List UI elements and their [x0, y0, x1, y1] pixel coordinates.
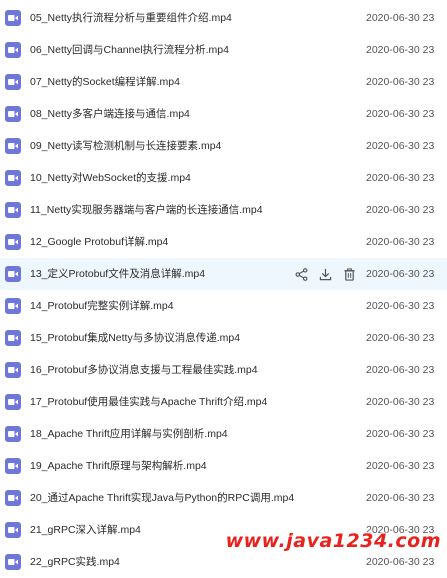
file-name[interactable]: 09_Netty读写检测机制与长连接要素.mp4 — [30, 139, 221, 153]
file-row[interactable]: 15_Protobuf集成Netty与多协议消息传递.mp4 2020-06-3… — [0, 322, 447, 354]
file-date: 2020-06-30 23 — [366, 460, 435, 472]
file-name[interactable]: 16_Protobuf多协议消息支援与工程最佳实践.mp4 — [30, 363, 258, 377]
file-row[interactable]: 14_Protobuf完整实例详解.mp4 2020-06-30 23 — [0, 290, 447, 322]
file-name[interactable]: 06_Netty回调与Channel执行流程分析.mp4 — [30, 43, 229, 57]
video-file-icon — [5, 522, 21, 538]
file-date: 2020-06-30 23 — [366, 556, 435, 568]
file-row[interactable]: 17_Protobuf使用最佳实践与Apache Thrift介绍.mp4 20… — [0, 386, 447, 418]
file-name[interactable]: 20_通过Apache Thrift实现Java与Python的RPC调用.mp… — [30, 491, 294, 505]
file-name[interactable]: 05_Netty执行流程分析与重要组件介绍.mp4 — [30, 11, 232, 25]
share-icon[interactable] — [294, 266, 308, 282]
watermark: www.java1234.com — [225, 530, 441, 552]
video-file-icon — [5, 74, 21, 90]
file-date: 2020-06-30 23 — [366, 76, 435, 88]
file-name[interactable]: 17_Protobuf使用最佳实践与Apache Thrift介绍.mp4 — [30, 395, 267, 409]
file-date: 2020-06-30 23 — [366, 140, 435, 152]
file-date: 2020-06-30 23 — [366, 268, 435, 280]
video-file-icon — [5, 266, 21, 282]
file-date: 2020-06-30 23 — [366, 44, 435, 56]
file-row[interactable]: 16_Protobuf多协议消息支援与工程最佳实践.mp4 2020-06-30… — [0, 354, 447, 386]
file-date: 2020-06-30 23 — [366, 108, 435, 120]
file-row-hovered[interactable]: 13_定义Protobuf文件及消息详解.mp4 2020-06-30 23 — [0, 258, 447, 290]
file-date: 2020-06-30 23 — [366, 492, 435, 504]
video-file-icon — [5, 362, 21, 378]
file-row[interactable]: 07_Netty的Socket编程详解.mp4 2020-06-30 23 — [0, 66, 447, 98]
video-file-icon — [5, 10, 21, 26]
file-row[interactable]: 11_Netty实现服务器端与客户端的长连接通信.mp4 2020-06-30 … — [0, 194, 447, 226]
file-row[interactable]: 09_Netty读写检测机制与长连接要素.mp4 2020-06-30 23 — [0, 130, 447, 162]
file-date: 2020-06-30 23 — [366, 12, 435, 24]
file-name[interactable]: 13_定义Protobuf文件及消息详解.mp4 — [30, 267, 205, 281]
file-name[interactable]: 18_Apache Thrift应用详解与实例剖析.mp4 — [30, 427, 228, 441]
file-name[interactable]: 12_Google Protobuf详解.mp4 — [30, 235, 168, 249]
file-row[interactable]: 05_Netty执行流程分析与重要组件介绍.mp4 2020-06-30 23 — [0, 2, 447, 34]
video-file-icon — [5, 330, 21, 346]
file-row[interactable]: 19_Apache Thrift原理与架构解析.mp4 2020-06-30 2… — [0, 450, 447, 482]
video-file-icon — [5, 106, 21, 122]
video-file-icon — [5, 42, 21, 58]
video-file-icon — [5, 394, 21, 410]
file-row[interactable]: 08_Netty多客户端连接与通信.mp4 2020-06-30 23 — [0, 98, 447, 130]
file-name[interactable]: 10_Netty对WebSocket的支援.mp4 — [30, 171, 191, 185]
file-date: 2020-06-30 23 — [366, 428, 435, 440]
file-name[interactable]: 19_Apache Thrift原理与架构解析.mp4 — [30, 459, 207, 473]
file-name[interactable]: 22_gRPC实践.mp4 — [30, 555, 120, 569]
file-date: 2020-06-30 23 — [366, 236, 435, 248]
download-icon[interactable] — [318, 266, 332, 282]
file-row[interactable]: 06_Netty回调与Channel执行流程分析.mp4 2020-06-30 … — [0, 34, 447, 66]
file-name[interactable]: 07_Netty的Socket编程详解.mp4 — [30, 75, 180, 89]
file-date: 2020-06-30 23 — [366, 172, 435, 184]
video-file-icon — [5, 138, 21, 154]
file-row[interactable]: 12_Google Protobuf详解.mp4 2020-06-30 23 — [0, 226, 447, 258]
file-name[interactable]: 21_gRPC深入详解.mp4 — [30, 523, 141, 537]
file-row[interactable]: 20_通过Apache Thrift实现Java与Python的RPC调用.mp… — [0, 482, 447, 514]
file-name[interactable]: 14_Protobuf完整实例详解.mp4 — [30, 299, 174, 313]
video-file-icon — [5, 490, 21, 506]
file-row[interactable]: 10_Netty对WebSocket的支援.mp4 2020-06-30 23 — [0, 162, 447, 194]
file-date: 2020-06-30 23 — [366, 396, 435, 408]
video-file-icon — [5, 170, 21, 186]
video-file-icon — [5, 554, 21, 570]
file-date: 2020-06-30 23 — [366, 332, 435, 344]
file-date: 2020-06-30 23 — [366, 204, 435, 216]
file-date: 2020-06-30 23 — [366, 364, 435, 376]
file-date: 2020-06-30 23 — [366, 300, 435, 312]
file-name[interactable]: 15_Protobuf集成Netty与多协议消息传递.mp4 — [30, 331, 240, 345]
video-file-icon — [5, 426, 21, 442]
file-row[interactable]: 18_Apache Thrift应用详解与实例剖析.mp4 2020-06-30… — [0, 418, 447, 450]
delete-icon[interactable] — [342, 266, 356, 282]
video-file-icon — [5, 234, 21, 250]
row-actions — [294, 266, 356, 282]
file-name[interactable]: 08_Netty多客户端连接与通信.mp4 — [30, 107, 190, 121]
file-list: 05_Netty执行流程分析与重要组件介绍.mp4 2020-06-30 23 … — [0, 2, 447, 578]
video-file-icon — [5, 202, 21, 218]
file-name[interactable]: 11_Netty实现服务器端与客户端的长连接通信.mp4 — [30, 203, 263, 217]
video-file-icon — [5, 458, 21, 474]
video-file-icon — [5, 298, 21, 314]
